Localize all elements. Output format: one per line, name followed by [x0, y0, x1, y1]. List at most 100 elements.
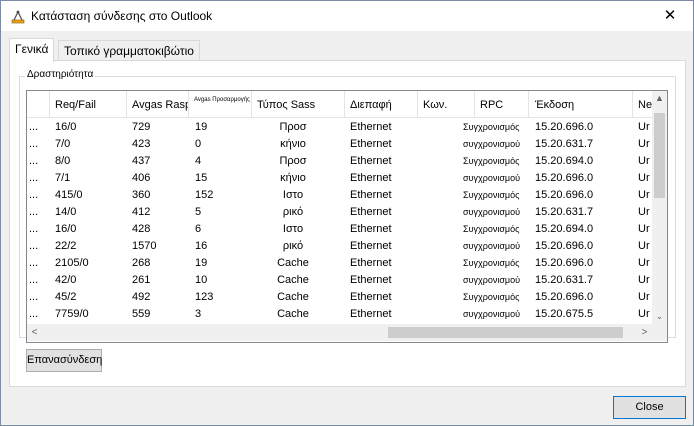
cell-avgas-proc: 10 [195, 274, 208, 286]
cell-avgas-rasp: 729 [132, 121, 151, 133]
cell-rpc: Συγχρονισμός [463, 190, 520, 200]
cell-req-fail: 16/0 [55, 223, 77, 235]
scroll-up-icon[interactable]: ▲ [652, 91, 667, 106]
table-row[interactable]: ... 22/2 1570 16 ρικό Ethernet συγχρονισμού 15.… [27, 238, 652, 255]
cell-interface: Ethernet [350, 274, 392, 286]
cell-avgas-proc: 3 [195, 308, 202, 320]
cell-more: ... [29, 223, 39, 235]
table-row[interactable]: ... 7759/0 559 3 Cache Ethernet συγχρονισμού 15… [27, 306, 652, 323]
cell-rpc: Συγχρονισμός [463, 122, 520, 132]
cell-session-type: Cache [277, 257, 309, 269]
table-row[interactable]: ... 7/1 406 15 κήνιο Ethernet συγχρονισμού 15.2… [27, 170, 652, 187]
column-header-req-fail[interactable]: Req/Fail [49, 91, 127, 117]
cell-rpc: συγχρονισμού [463, 241, 520, 251]
cell-version: 15.20.631.7 [535, 274, 594, 286]
cell-more: ... [29, 240, 39, 252]
table-row[interactable]: ... 16/0 428 6 Ιστο Ethernet Συγχρονισμός 15.20… [27, 221, 652, 238]
cell-version: 15.20.694.0 [535, 155, 594, 167]
table-header: Req/Fail Avgas Rasp Avgas Προσαρμογής Τύ… [27, 91, 667, 118]
tab-local-mailbox[interactable]: Τοπικό γραμματοκιβώτιο [58, 40, 200, 61]
reconnect-button[interactable]: Επανασύνδεση [26, 349, 102, 372]
column-header-avgas-rasp[interactable]: Avgas Rasp [127, 91, 189, 117]
horizontal-scrollbar[interactable]: < > [27, 324, 652, 341]
cell-interface: Ethernet [350, 308, 392, 320]
scroll-down-icon[interactable]: ⌄ [652, 309, 667, 324]
cell-avgas-proc: 19 [195, 257, 208, 269]
column-header-version[interactable]: Έκδοση [529, 91, 633, 117]
cell-req-fail: 14/0 [55, 206, 77, 218]
close-button[interactable]: Close [613, 396, 686, 419]
cell-rpc: Συγχρονισμός [463, 156, 520, 166]
cell-avgas-rasp: 1570 [132, 240, 157, 252]
cell-avgas-proc: 152 [195, 189, 214, 201]
cell-version: 15.20.696.0 [535, 240, 594, 252]
cell-ne: Ur [638, 189, 650, 201]
cell-avgas-proc: 0 [195, 138, 202, 150]
vertical-scrollbar[interactable]: ▲ ⌄ [652, 91, 667, 324]
cell-version: 15.20.675.5 [535, 308, 594, 320]
cell-version: 15.20.694.0 [535, 223, 594, 235]
cell-avgas-rasp: 428 [132, 223, 151, 235]
activity-table[interactable]: Req/Fail Avgas Rasp Avgas Προσαρμογής Τύ… [26, 90, 668, 343]
cell-ne: Ur [638, 240, 650, 252]
table-row[interactable]: ... 8/0 437 4 Προσ Ethernet Συγχρονισμός 15.20.… [27, 153, 652, 170]
cell-avgas-rasp: 261 [132, 274, 151, 286]
cell-ne: Ur [638, 206, 650, 218]
tab-general[interactable]: Γενικά [9, 38, 55, 62]
table-row[interactable]: ... 14/0 412 5 ρικό Ethernet συγχρονισμού 15.20… [27, 204, 652, 221]
table-row[interactable]: ... 2105/0 268 19 Cache Ethernet Συγχρονισμός 1… [27, 255, 652, 272]
cell-rpc: Συγχρονισμός [463, 292, 520, 302]
horizontal-scroll-thumb[interactable] [388, 327, 623, 338]
cell-rpc: συγχρονισμού [463, 309, 520, 319]
cell-avgas-rasp: 268 [132, 257, 151, 269]
cell-more: ... [29, 121, 39, 133]
cell-more: ... [29, 138, 39, 150]
column-header-conn[interactable]: Κων. [418, 91, 475, 117]
scroll-corner [652, 324, 667, 341]
cell-ne: Ur [638, 257, 650, 269]
column-header-rpc[interactable]: RPC [475, 91, 529, 117]
cell-ne: Ur [638, 291, 650, 303]
cell-avgas-rasp: 412 [132, 206, 151, 218]
scroll-left-icon[interactable]: < [27, 325, 42, 340]
close-window-icon[interactable]: ✕ [647, 1, 693, 31]
cell-avgas-rasp: 423 [132, 138, 151, 150]
cell-session-type: ρικό [282, 206, 304, 218]
column-header-blank[interactable] [27, 91, 50, 117]
column-header-interface[interactable]: Διεπαφή [345, 91, 418, 117]
cell-version: 15.20.696.0 [535, 172, 594, 184]
cell-more: ... [29, 172, 39, 184]
cell-rpc: Συγχρονισμός [463, 224, 520, 234]
cell-avgas-proc: 6 [195, 223, 202, 235]
cell-version: 15.20.631.7 [535, 138, 594, 150]
activity-group-label: Δραστηριότητα [25, 69, 96, 80]
cell-session-type: Προσ [279, 155, 307, 167]
vertical-scroll-thumb[interactable] [654, 113, 665, 198]
dialog-window: Κατάσταση σύνδεσης στο Outlook ✕ Γενικά … [0, 0, 694, 426]
table-row[interactable]: ... 16/0 729 19 Προσ Ethernet Συγχρονισμός 15.2… [27, 119, 652, 136]
cell-avgas-proc: 4 [195, 155, 202, 167]
cell-interface: Ethernet [350, 257, 392, 269]
table-row[interactable]: ... 42/0 261 10 Cache Ethernet συγχρονισμού 15.… [27, 272, 652, 289]
table-row[interactable]: ... 45/2 492 123 Cache Ethernet Συγχρονισμός 15… [27, 289, 652, 306]
outlook-connection-icon [11, 10, 25, 24]
cell-version: 15.20.696.0 [535, 189, 594, 201]
cell-ne: Ur [638, 172, 650, 184]
cell-rpc: Συγχρονισμός [463, 258, 520, 268]
cell-avgas-rasp: 492 [132, 291, 151, 303]
cell-avgas-proc: 19 [195, 121, 208, 133]
cell-session-type: κήνιο [280, 172, 306, 184]
cell-avgas-proc: 5 [195, 206, 202, 218]
title-bar[interactable]: Κατάσταση σύνδεσης στο Outlook ✕ [1, 1, 693, 31]
scroll-right-icon[interactable]: > [637, 325, 652, 340]
cell-more: ... [29, 291, 39, 303]
cell-ne: Ur [638, 308, 650, 320]
column-header-session-type[interactable]: Τύπος Sass [252, 91, 345, 117]
cell-req-fail: 45/2 [55, 291, 77, 303]
table-row[interactable]: ... 415/0 360 152 Ιστο Ethernet Συγχρονισμός 15… [27, 187, 652, 204]
cell-more: ... [29, 274, 39, 286]
column-header-avgas-proc[interactable]: Avgas Προσαρμογής [189, 91, 252, 117]
cell-interface: Ethernet [350, 206, 392, 218]
table-row[interactable]: ... 7/0 423 0 κήνιο Ethernet συγχρονισμού 15.20… [27, 136, 652, 153]
cell-session-type: κήνιο [280, 138, 306, 150]
